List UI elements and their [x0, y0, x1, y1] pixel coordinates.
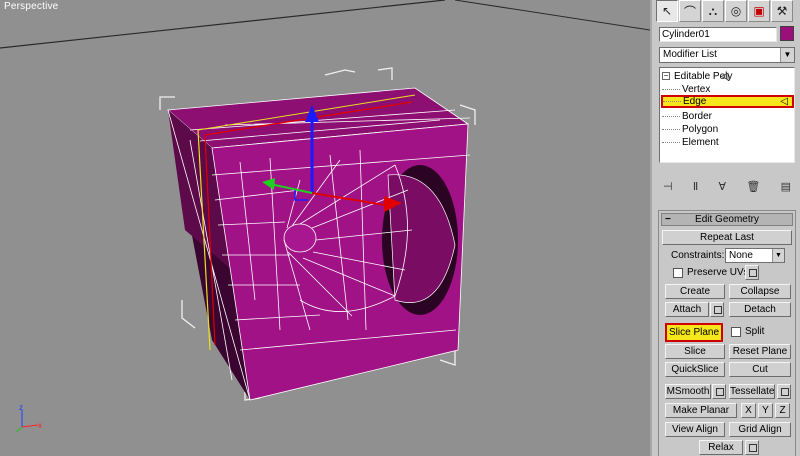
chevron-down-icon: ▼: [772, 249, 784, 262]
mesh-render[interactable]: z x: [0, 0, 650, 456]
pin-stack-icon[interactable]: ⊣: [663, 180, 673, 193]
utilities-icon[interactable]: ⚒: [771, 0, 793, 22]
rollout-title[interactable]: − Edit Geometry: [661, 213, 793, 226]
object-color-swatch[interactable]: [780, 26, 794, 41]
axis-tripod-icon: z x: [15, 403, 42, 433]
make-unique-icon[interactable]: ∀: [719, 180, 727, 193]
cut-button[interactable]: Cut: [729, 362, 791, 377]
planar-y-button[interactable]: Y: [758, 403, 773, 418]
object-name-field[interactable]: Cylinder01: [659, 27, 777, 42]
slice-plane-button[interactable]: Slice Plane: [665, 323, 723, 342]
msmooth-settings-button[interactable]: [712, 384, 726, 399]
command-panel-tabs: ↖ ⌒ ⛬ ◎ ▣ ⚒: [656, 0, 793, 22]
modifier-stack[interactable]: − Editable Poly ◁ Vertex Edge ◁ Border Po…: [659, 67, 795, 163]
planar-x-button[interactable]: X: [741, 403, 756, 418]
repeat-last-button[interactable]: Repeat Last: [662, 230, 792, 245]
svg-text:x: x: [38, 421, 42, 430]
tessellate-settings-button[interactable]: [777, 384, 791, 399]
stack-item-element[interactable]: Element: [662, 136, 719, 149]
chevron-down-icon: ▼: [780, 48, 794, 62]
show-end-result-icon[interactable]: Ⅱ: [693, 180, 698, 193]
constraints-select[interactable]: None ▼: [725, 248, 785, 263]
pin-triangle-icon: ◁: [720, 71, 729, 82]
create-button[interactable]: Create: [665, 284, 725, 299]
modify-icon[interactable]: ⌒: [679, 0, 701, 22]
svg-text:z: z: [19, 403, 23, 412]
collapse-button[interactable]: Collapse: [729, 284, 791, 299]
quickslice-button[interactable]: QuickSlice: [665, 362, 725, 377]
collapse-icon[interactable]: −: [662, 72, 670, 81]
modifier-list-label: Modifier List: [663, 49, 717, 60]
relax-settings-button[interactable]: [745, 440, 759, 455]
msmooth-button[interactable]: MSmooth: [665, 384, 711, 399]
hierarchy-icon[interactable]: ⛬: [702, 0, 724, 22]
stack-root-editable-poly[interactable]: − Editable Poly ◁: [662, 70, 732, 83]
grid-align-button[interactable]: Grid Align: [729, 422, 791, 437]
stack-item-border[interactable]: Border: [662, 110, 712, 123]
modifier-list-dropdown[interactable]: Modifier List ▼: [659, 47, 795, 63]
view-align-button[interactable]: View Align: [665, 422, 725, 437]
planar-z-button[interactable]: Z: [775, 403, 790, 418]
remove-modifier-icon[interactable]: 🗑: [746, 180, 760, 193]
subobject-cursor-icon: ◁: [780, 96, 788, 107]
split-label: Split: [745, 326, 765, 337]
attach-settings-button[interactable]: [710, 302, 724, 317]
detach-button[interactable]: Detach: [729, 302, 791, 317]
make-planar-button[interactable]: Make Planar: [665, 403, 737, 418]
stack-item-edge[interactable]: Edge ◁: [661, 95, 794, 108]
perspective-viewport[interactable]: z x Perspective: [0, 0, 650, 456]
edit-geometry-rollout: − Edit Geometry Repeat Last Constraints:…: [658, 210, 796, 456]
command-panel: ↖ ⌒ ⛬ ◎ ▣ ⚒ Cylinder01 Modifier List ▼ −…: [650, 0, 800, 456]
split-checkbox[interactable]: [731, 327, 741, 337]
create-cursor-icon[interactable]: ↖: [656, 0, 678, 22]
stack-toolbar: ⊣ Ⅱ ∀ 🗑 ▤: [659, 178, 795, 194]
display-icon[interactable]: ▣: [748, 0, 770, 22]
motion-icon[interactable]: ◎: [725, 0, 747, 22]
relax-button[interactable]: Relax: [699, 440, 743, 455]
attach-button[interactable]: Attach: [665, 302, 709, 317]
reset-plane-button[interactable]: Reset Plane: [729, 344, 791, 359]
constraints-label: Constraints:: [671, 250, 725, 261]
preserve-uvs-checkbox[interactable]: [673, 268, 683, 278]
collapse-rollout-icon: −: [665, 214, 671, 225]
tessellate-button[interactable]: Tessellate: [729, 384, 775, 399]
stack-item-polygon[interactable]: Polygon: [662, 123, 718, 136]
preserve-uvs-settings-button[interactable]: [745, 265, 759, 280]
viewport-label[interactable]: Perspective: [4, 1, 58, 12]
slice-button[interactable]: Slice: [665, 344, 725, 359]
preserve-uvs-label: Preserve UVs: [687, 267, 749, 278]
configure-sets-icon[interactable]: ▤: [781, 180, 791, 193]
